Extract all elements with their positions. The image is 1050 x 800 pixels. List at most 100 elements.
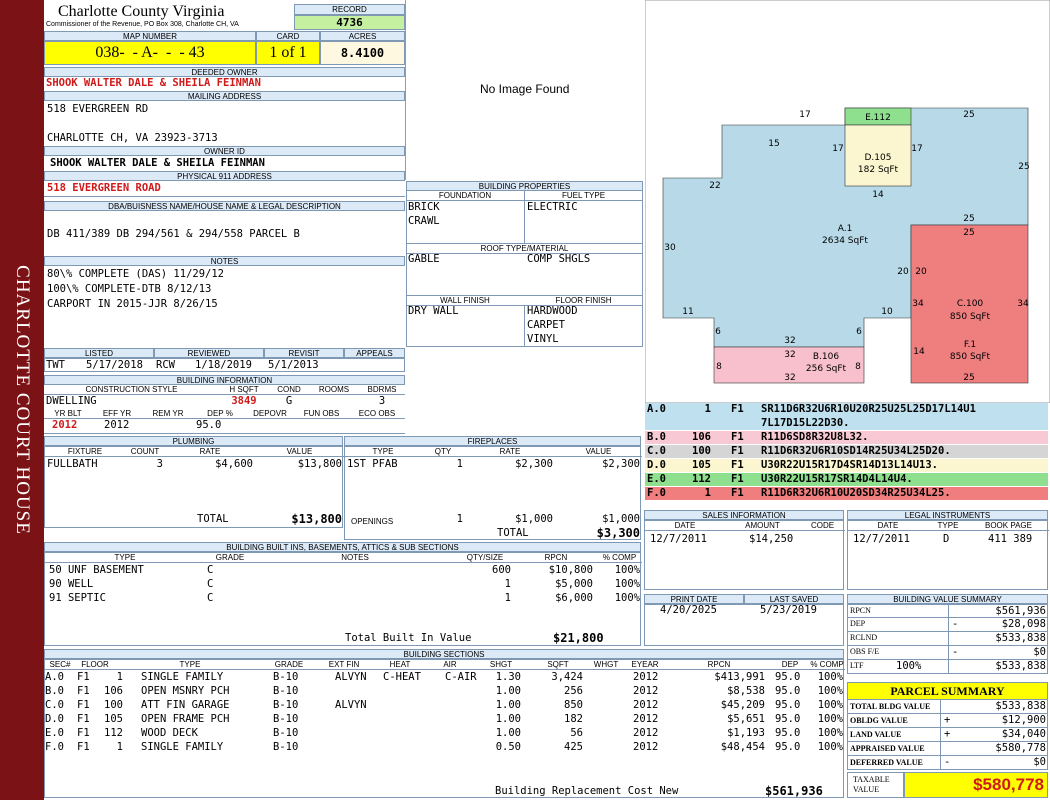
- vector-row: E.0 112 F1 U30R22U15R17SR14D4L14U4.: [645, 473, 1048, 487]
- value-summary-value: $533,838: [995, 632, 1046, 644]
- builtins-total: $21,800: [553, 631, 604, 645]
- col-header: GRADE: [205, 553, 255, 563]
- section-grade: B-10: [273, 685, 299, 697]
- parcel-summary-row: LAND VALUE + $34,040: [847, 728, 1048, 742]
- value-summary-value: $0: [1033, 646, 1046, 658]
- value-summary-value: $533,838: [995, 660, 1046, 672]
- col-header: TYPE: [345, 447, 421, 457]
- divider: [948, 618, 949, 631]
- section-sqft: 850: [564, 699, 583, 711]
- sketch-label: 850 SqFt: [950, 312, 991, 322]
- builtin-qty: 1: [504, 578, 511, 590]
- vector-string: R11D6R32U6R10SD14R25U34L25D20.: [761, 445, 951, 457]
- print-date-label: PRINT DATE: [644, 594, 744, 604]
- bdrms-label: BDRMS: [359, 385, 405, 395]
- col-header: SQFT: [527, 660, 589, 670]
- vector-string: SR11D6R32U6R10U20R25U25L25D17L14U1: [761, 403, 976, 415]
- deeded-owner: SHOOK WALTER DALE & SHEILA FEINMAN: [46, 77, 261, 89]
- last-saved: 5/23/2019: [760, 604, 817, 616]
- record-label: RECORD: [294, 4, 405, 15]
- vector-code: F.0: [647, 487, 666, 499]
- building-info-title: BUILDING INFORMATION: [44, 375, 405, 385]
- parcel-summary-row: OBLDG VALUE + $12,900: [847, 714, 1048, 728]
- value-summary-row: LTF 100% $533,838: [847, 660, 1048, 674]
- parcel-summary-value: $12,900: [1001, 714, 1046, 726]
- value-summary-sign: -: [952, 618, 959, 630]
- legal-title: LEGAL INSTRUMENTS: [847, 510, 1048, 520]
- depovr-label: DEPOVR: [246, 409, 294, 419]
- effective-year: 2012: [104, 419, 130, 431]
- section-ext: ALVYN: [335, 671, 367, 683]
- builtin-comp: 100%: [614, 564, 640, 576]
- value-summary-label: LTF: [850, 661, 864, 670]
- bedrooms: 3: [378, 395, 386, 407]
- parcel-summary-label: DEFERRED VALUE: [850, 758, 923, 767]
- section-dep: 95.0: [775, 727, 801, 739]
- builtin-type: 90 WELL: [49, 578, 94, 590]
- builtin-comp: 100%: [614, 592, 640, 604]
- section-floor: F1: [77, 699, 90, 711]
- parcel-summary-label: LAND VALUE: [850, 730, 902, 739]
- section-sqft: 3,424: [551, 671, 583, 683]
- section-num: 106: [104, 685, 123, 697]
- parcel-summary-sign: -: [944, 756, 951, 768]
- owner-id-label: OWNER ID: [44, 146, 405, 156]
- vector-row: C.0 100 F1 R11D6R32U6R10SD14R25U34L25D20.: [645, 445, 1048, 459]
- plumbing-total-label: TOTAL: [197, 513, 229, 525]
- section-grade: B-10: [273, 713, 299, 725]
- taxable-label: TAXABLE VALUE: [847, 772, 904, 798]
- col-header: QTY/SIZE: [455, 553, 515, 563]
- value-summary-row: OBS F/E - $0: [847, 646, 1048, 660]
- vector-row: F.0 1 F1 R11D6R32U6R10U20SD34R25U34L25.: [645, 487, 1048, 501]
- note-2: 100\% COMPLETE-DTB 8/12/13: [47, 283, 212, 295]
- parcel-summary-title: PARCEL SUMMARY: [847, 682, 1048, 700]
- divider: [940, 742, 941, 755]
- sketch-dimension: 32: [784, 373, 795, 383]
- card-number: 1 of 1: [256, 41, 320, 65]
- vector-number: 100: [692, 445, 711, 457]
- section-type: SINGLE FAMILY: [141, 741, 224, 753]
- value-summary-title: BUILDING VALUE SUMMARY: [847, 594, 1048, 604]
- note-3: CARPORT IN 2015-JJR 8/26/15: [47, 298, 218, 310]
- fireplace-total-label: TOTAL: [497, 527, 529, 539]
- parcel-summary-row: APPRAISED VALUE $580,778: [847, 742, 1048, 756]
- divider: [948, 646, 949, 659]
- card-label: CARD: [256, 31, 320, 41]
- section-air: C-AIR: [445, 671, 477, 683]
- plumbing-table: FIXTURE COUNT RATE VALUE FULLBATH 3 $4,6…: [44, 446, 344, 528]
- mailing-address-label: MAILING ADDRESS: [44, 91, 405, 101]
- section-comp: 100%: [817, 699, 843, 711]
- builtin-grade: C: [207, 578, 214, 590]
- section-num: 112: [104, 727, 123, 739]
- owner-id-name: SHOOK WALTER DALE & SHEILA FEINMAN: [50, 157, 265, 169]
- sketch-dimension: 6: [715, 327, 721, 337]
- openings-value: $1,000: [602, 513, 640, 525]
- section-floor: F1: [77, 741, 90, 753]
- parcel-summary-value: $34,040: [1001, 728, 1046, 740]
- col-header: % COMP: [809, 660, 845, 670]
- section-sqft: 182: [564, 713, 583, 725]
- sections-total: $561,936: [765, 784, 823, 798]
- builtin-rpcn: $10,800: [548, 564, 593, 576]
- rooms-label: ROOMS: [309, 385, 359, 395]
- sketch-dimension: 20: [897, 267, 909, 277]
- vector-number: 1: [704, 487, 711, 499]
- divider: [524, 191, 525, 243]
- builtin-grade: C: [207, 564, 214, 576]
- heated-sqft: 3849: [231, 395, 257, 407]
- divider: [940, 700, 941, 713]
- builtin-type: 50 UNF BASEMENT: [49, 564, 144, 576]
- vector-floor: F1: [731, 473, 744, 485]
- builtin-rpcn: $5,000: [555, 578, 593, 590]
- dba-label: DBA/BUISNESS NAME/HOUSE NAME & LEGAL DES…: [44, 201, 405, 211]
- ecoobs-label: ECO OBS: [349, 409, 405, 419]
- physical-address: 518 EVERGREEN ROAD: [47, 182, 161, 194]
- condition: G: [285, 395, 293, 407]
- taxable-label-2: VALUE: [853, 785, 880, 794]
- reviewed-date: 1/18/2019: [195, 359, 252, 371]
- vector-code: D.0: [647, 459, 666, 471]
- style-label: CONSTRUCTION STYLE: [44, 385, 219, 395]
- sketch-dimension: 30: [664, 243, 676, 253]
- sketch-dimension: 6: [856, 327, 862, 337]
- revisit-date: 5/1/2013: [268, 359, 319, 371]
